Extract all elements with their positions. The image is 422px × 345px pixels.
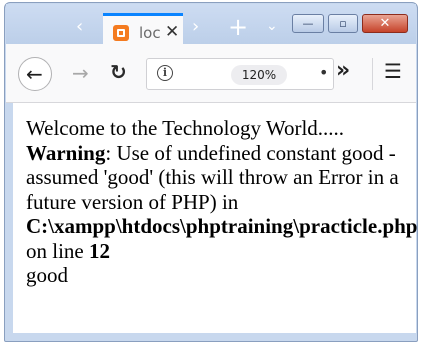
on-line-text: on line — [26, 238, 89, 263]
address-bar[interactable]: i 120% • — [146, 58, 334, 90]
page-content: Welcome to the Technology World..... Warn… — [13, 103, 417, 333]
tab-title: loc — [139, 24, 161, 42]
new-tab-button[interactable]: + — [228, 15, 248, 39]
output-text: good — [26, 263, 68, 287]
back-button[interactable]: ← — [18, 57, 52, 91]
forward-button[interactable]: → — [72, 61, 89, 85]
navigation-toolbar: ← → ↻ i 120% • » ☰ — [6, 44, 416, 103]
browser-window: ‹ loc ✕ › + ⌄ — ▫ ✕ ← → ↻ i 120% • » ☰ W… — [0, 0, 422, 345]
tab-close-icon[interactable]: ✕ — [165, 22, 179, 42]
tabs-scroll-left-icon[interactable]: ‹ — [76, 18, 83, 36]
info-icon[interactable]: i — [157, 65, 173, 81]
tab-active[interactable]: loc ✕ — [103, 13, 183, 48]
xampp-favicon-icon — [113, 25, 129, 41]
file-path: C:\xampp\htdocs\phptraining\practicle.ph… — [26, 214, 418, 238]
tabs-scroll-right-icon[interactable]: › — [192, 18, 199, 36]
line-number: 12 — [89, 238, 110, 263]
back-arrow-icon: ← — [26, 62, 43, 86]
warning-label: Warning — [26, 140, 106, 165]
tab-strip: ‹ loc ✕ › + ⌄ — ▫ ✕ — [6, 4, 416, 48]
hamburger-menu-icon[interactable]: ☰ — [384, 59, 402, 83]
php-output: Welcome to the Technology World..... Warn… — [26, 116, 417, 288]
maximize-button[interactable]: ▫ — [328, 14, 358, 33]
toolbar-separator — [372, 58, 373, 90]
welcome-text: Welcome to the Technology World..... — [26, 116, 345, 140]
reload-button[interactable]: ↻ — [110, 60, 127, 84]
page-actions-icon[interactable]: • — [319, 63, 328, 82]
zoom-level-badge[interactable]: 120% — [231, 65, 287, 85]
toolbar-overflow-button[interactable]: » — [336, 58, 350, 83]
minimize-button[interactable]: — — [292, 14, 324, 33]
tab-list-chevron-icon[interactable]: ⌄ — [266, 18, 278, 34]
close-window-button[interactable]: ✕ — [362, 14, 408, 33]
